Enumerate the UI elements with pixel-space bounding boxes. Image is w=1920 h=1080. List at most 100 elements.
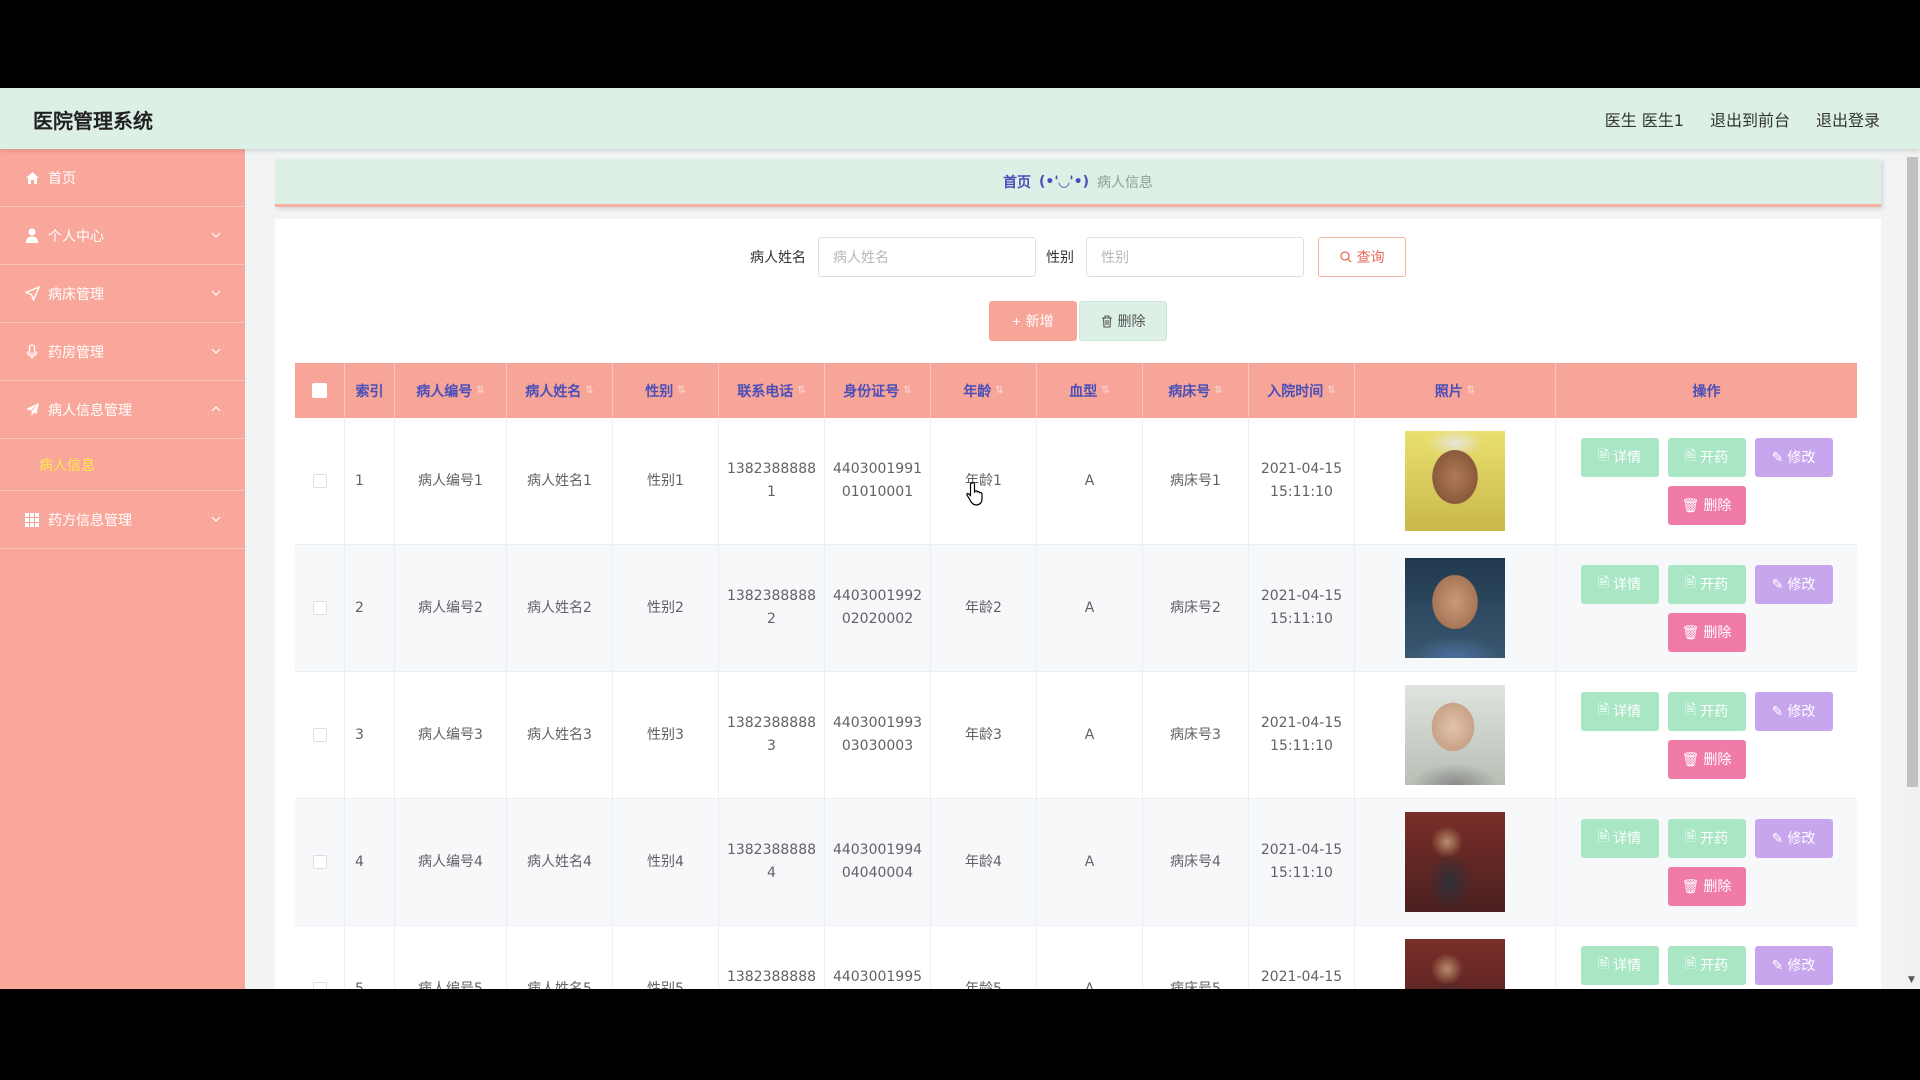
patient-id-cell: 病人编号2 — [395, 545, 507, 671]
logout-link[interactable]: 退出登录 — [1816, 107, 1880, 131]
sidebar-item-patient-info-management[interactable]: 病人信息管理 — [0, 381, 245, 439]
edit-button[interactable]: ✎ 修改 — [1754, 437, 1833, 477]
gender-input[interactable] — [1086, 237, 1304, 277]
sort-icon: ⇅ — [903, 385, 912, 396]
bed-number-cell: 病床号5 — [1143, 926, 1249, 989]
prescribe-button[interactable]: 🗎 开药 — [1667, 945, 1746, 985]
table-row[interactable]: 1 病人编号1 病人姓名1 性别1 1382388888 1 4403001991… — [295, 418, 1857, 545]
patient-photo[interactable] — [1405, 939, 1505, 989]
edit-button[interactable]: ✎ 修改 — [1754, 945, 1833, 985]
header-id-number[interactable]: 身份证号 ⇅ — [825, 363, 931, 418]
patient-photo[interactable] — [1405, 812, 1505, 912]
detail-button[interactable]: 🗎 详情 — [1580, 945, 1659, 985]
table-row[interactable]: 5 病人编号5 病人姓名5 性别5 13823888885 4403001995… — [295, 926, 1857, 989]
trash-icon: 🗑 — [1681, 623, 1700, 640]
patient-table: 索引 病人编号 ⇅ 病人姓名 ⇅ 性别 ⇅ 联系电话 ⇅ 身份证号 ⇅ 年龄 ⇅ 血型 ⇅ 病… — [295, 363, 1857, 989]
delete-button[interactable]: 🗑 删除 — [1667, 866, 1746, 906]
sidebar-item-bed-management[interactable]: 病床管理 — [0, 265, 245, 323]
sidebar-item-label: 首页 — [48, 170, 76, 187]
breadcrumb-separator: (•'◡'•) — [1038, 173, 1090, 190]
bed-number-cell: 病床号1 — [1143, 418, 1249, 544]
scrollbar[interactable]: ▼ — [1905, 149, 1920, 989]
prescribe-button[interactable]: 🗎 开药 — [1667, 691, 1746, 731]
row-checkbox[interactable] — [312, 982, 327, 989]
id-number-cell: 440300199505050005 — [825, 926, 931, 989]
batch-delete-button[interactable]: 删除 — [1079, 301, 1167, 341]
gender-cell: 性别5 — [613, 926, 719, 989]
scroll-down-arrow-icon[interactable]: ▼ — [1908, 975, 1915, 985]
select-all-checkbox[interactable] — [312, 383, 327, 398]
id-number-cell: 4403001994 04040004 — [825, 799, 931, 925]
patient-photo[interactable] — [1405, 431, 1505, 531]
sidebar-item-personal-center[interactable]: 个人中心 — [0, 207, 245, 265]
detail-button[interactable]: 🗎 详情 — [1580, 818, 1659, 858]
edit-button[interactable]: ✎ 修改 — [1754, 564, 1833, 604]
sidebar-item-pharmacy-management[interactable]: 药房管理 — [0, 323, 245, 381]
trash-icon: 🗑 — [1681, 496, 1700, 513]
detail-button[interactable]: 🗎 详情 — [1580, 564, 1659, 604]
sort-icon: ⇅ — [995, 385, 1004, 396]
index-cell: 2 — [345, 545, 395, 671]
action-buttons: + 新增 删除 — [275, 301, 1881, 341]
admission-time-cell: 2021-04-1515:11:10 — [1249, 672, 1355, 798]
microphone-icon — [24, 343, 40, 360]
edit-button[interactable]: ✎ 修改 — [1754, 818, 1833, 858]
header-gender[interactable]: 性别 ⇅ — [613, 363, 719, 418]
edit-button[interactable]: ✎ 修改 — [1754, 691, 1833, 731]
header-age[interactable]: 年龄 ⇅ — [931, 363, 1037, 418]
header-photo[interactable]: 照片 ⇅ — [1355, 363, 1556, 418]
patient-photo[interactable] — [1405, 558, 1505, 658]
prescribe-button[interactable]: 🗎 开药 — [1667, 564, 1746, 604]
id-number-cell: 4403001991 01010001 — [825, 418, 931, 544]
patient-id-cell: 病人编号4 — [395, 799, 507, 925]
header-blood-type[interactable]: 血型 ⇅ — [1037, 363, 1143, 418]
phone-cell: 1382388888 4 — [719, 799, 825, 925]
operations-cell: 🗎详情 🗎开药 ✎修改 🗑删除 — [1556, 418, 1857, 544]
bed-number-cell: 病床号2 — [1143, 545, 1249, 671]
row-select-cell — [295, 545, 345, 671]
table-row[interactable]: 4 病人编号4 病人姓名4 性别4 1382388888 4 4403001994… — [295, 799, 1857, 926]
main-content: 首页 (•'◡'•) 病人信息 病人姓名 性别 查询 + 新增 — [245, 149, 1905, 989]
query-button[interactable]: 查询 — [1318, 237, 1406, 277]
breadcrumb-current: 病人信息 — [1097, 174, 1154, 191]
prescribe-button[interactable]: 🗎 开药 — [1667, 437, 1746, 477]
age-cell: 年龄4 — [931, 799, 1037, 925]
document-icon: 🗎 — [1597, 828, 1610, 844]
index-cell: 3 — [345, 672, 395, 798]
header-admission-time[interactable]: 入院时间 ⇅ — [1249, 363, 1355, 418]
patient-photo[interactable] — [1405, 685, 1505, 785]
patient-name-input[interactable] — [818, 237, 1036, 277]
query-label: 查询 — [1356, 249, 1385, 265]
header-bed-number[interactable]: 病床号 ⇅ — [1143, 363, 1249, 418]
row-checkbox[interactable] — [312, 728, 327, 742]
add-label: 新增 — [1025, 313, 1054, 329]
delete-button[interactable]: 🗑 删除 — [1667, 739, 1746, 779]
admission-time-cell: 2021-04-1515:11:10 — [1249, 545, 1355, 671]
prescribe-button[interactable]: 🗎 开药 — [1667, 818, 1746, 858]
sidebar-item-home[interactable]: 首页 — [0, 149, 245, 207]
sidebar-item-prescription-management[interactable]: 药方信息管理 — [0, 491, 245, 549]
sort-icon: ⇅ — [585, 385, 594, 396]
scroll-thumb[interactable] — [1907, 157, 1918, 787]
detail-button[interactable]: 🗎 详情 — [1580, 691, 1659, 731]
delete-button[interactable]: 🗑 删除 — [1667, 612, 1746, 652]
table-row[interactable]: 3 病人编号3 病人姓名3 性别3 1382388888 3 4403001993… — [295, 672, 1857, 799]
photo-cell — [1355, 672, 1556, 798]
admission-time-cell: 2021-04-1515:11:10 — [1249, 418, 1355, 544]
exit-to-front-link[interactable]: 退出到前台 — [1710, 107, 1790, 131]
delete-button[interactable]: 🗑 删除 — [1667, 485, 1746, 525]
header-patient-name[interactable]: 病人姓名 ⇅ — [507, 363, 613, 418]
header-phone[interactable]: 联系电话 ⇅ — [719, 363, 825, 418]
row-checkbox[interactable] — [312, 855, 327, 869]
row-checkbox[interactable] — [312, 601, 327, 615]
add-button[interactable]: + 新增 — [989, 301, 1077, 341]
document-icon: 🗎 — [1684, 447, 1697, 463]
detail-button[interactable]: 🗎 详情 — [1580, 437, 1659, 477]
sort-icon: ⇅ — [1101, 385, 1110, 396]
breadcrumb-home[interactable]: 首页 — [1003, 172, 1031, 192]
phone-cell: 1382388888 1 — [719, 418, 825, 544]
header-patient-id[interactable]: 病人编号 ⇅ — [395, 363, 507, 418]
row-checkbox[interactable] — [312, 474, 327, 488]
sidebar-subitem-patient-info[interactable]: 病人信息 — [0, 439, 245, 491]
table-row[interactable]: 2 病人编号2 病人姓名2 性别2 1382388888 2 4403001992… — [295, 545, 1857, 672]
